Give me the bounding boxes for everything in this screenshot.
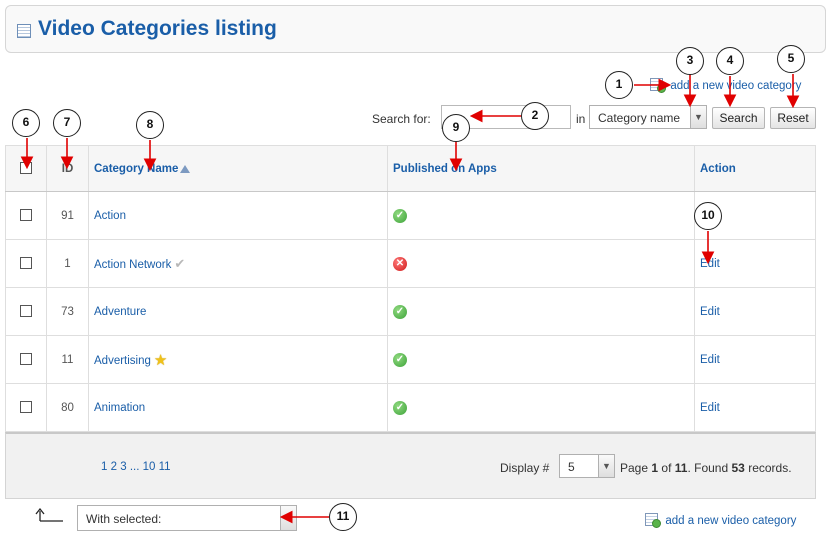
callout-4: 4 bbox=[716, 47, 744, 75]
callout-1: 1 bbox=[605, 71, 633, 99]
callout-9: 9 bbox=[442, 114, 470, 142]
callout-5: 5 bbox=[777, 45, 805, 73]
callout-6: 6 bbox=[12, 109, 40, 137]
callout-7: 7 bbox=[53, 109, 81, 137]
callout-8: 8 bbox=[136, 111, 164, 139]
annotation-arrows bbox=[20, 74, 800, 524]
callout-3: 3 bbox=[676, 47, 704, 75]
callout-2: 2 bbox=[521, 102, 549, 130]
callout-10: 10 bbox=[694, 202, 722, 230]
callout-11: 11 bbox=[329, 503, 357, 531]
